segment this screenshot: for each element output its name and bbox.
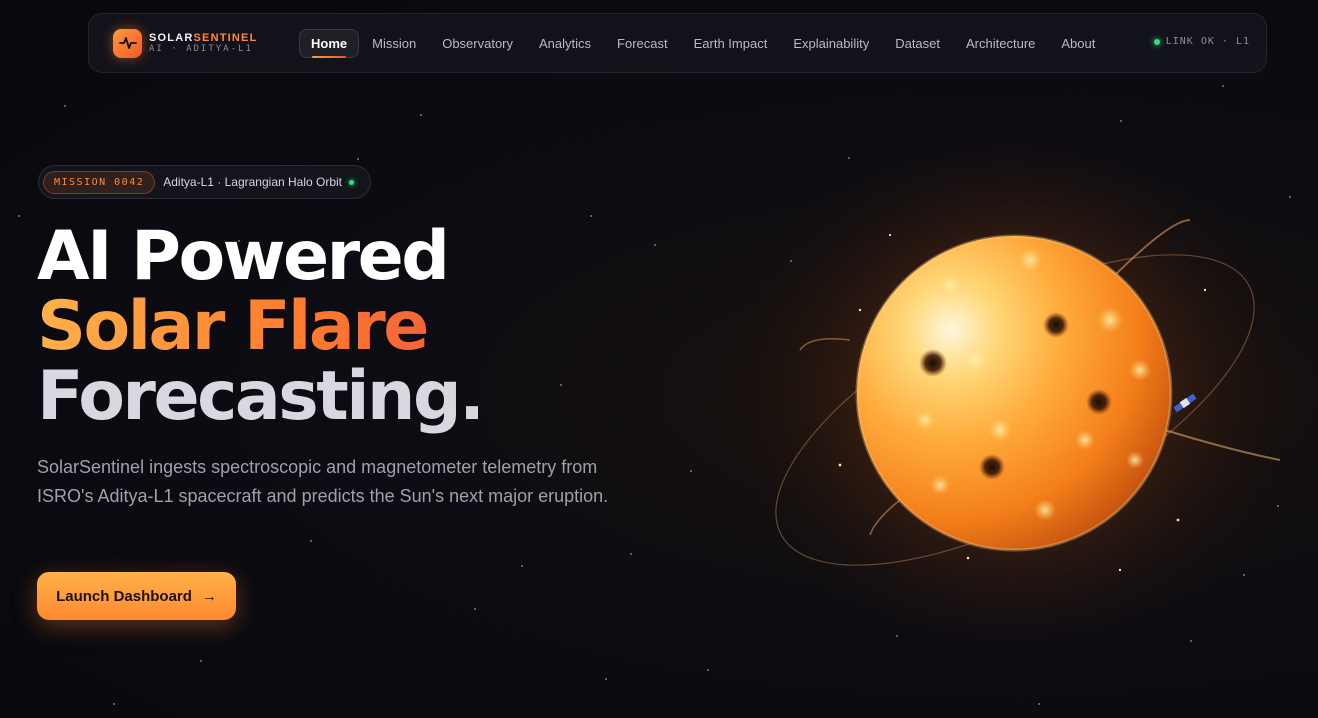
sun-illustration [700,102,1304,690]
mission-pill: MISSION 0042 Aditya-L1 · Lagrangian Halo… [38,165,371,199]
mission-status-dot [349,179,355,185]
mission-text: Aditya-L1 · Lagrangian Halo Orbit [163,175,343,189]
nav-item-forecast[interactable]: Forecast [604,29,681,58]
brand-name: SOLARSENTINEL [149,32,258,45]
hero-description: SolarSentinel ingests spectroscopic and … [37,457,609,506]
brand-subtitle: AI · ADITYA-L1 [149,44,253,55]
hero-title: AI Powered Solar Flare Forecasting. [37,217,485,436]
nav-item-earth-impact[interactable]: Earth Impact [681,29,781,58]
hero-title-line-2: Solar Flare [37,292,482,362]
link-status-text: LINK OK · L1 [1165,36,1250,47]
status-dot [1153,38,1160,45]
nav-item-dataset[interactable]: Dataset [882,29,953,58]
nav-item-about[interactable]: About [1048,29,1108,58]
brand[interactable]: SOLARSENTINEL AI · ADITYA-L1 [113,28,275,58]
nav-item-home[interactable]: Home [299,28,360,58]
nav-item-architecture[interactable]: Architecture [953,29,1048,58]
pulse-icon [113,28,142,58]
nav-item-analytics[interactable]: Analytics [526,29,604,58]
nav-item-explainability[interactable]: Explainability [780,29,882,58]
link-status: LINK OK · L1 [1153,36,1250,47]
nav-links: Home Mission Observatory Analytics Forec… [299,28,1108,58]
top-navbar: SOLARSENTINEL AI · ADITYA-L1 Home Missio… [88,13,1267,73]
nav-item-observatory[interactable]: Observatory [429,29,526,58]
brand-name-second: SENTINEL [193,31,258,44]
arrow-right-icon: → [201,587,217,605]
hero-title-line-1: AI Powered [37,217,450,296]
launch-dashboard-button[interactable]: Launch Dashboard → [37,572,236,620]
hero-title-line-3: Forecasting. [37,357,485,436]
brand-name-first: SOLAR [149,31,194,44]
mission-tag: MISSION 0042 [43,170,156,194]
launch-dashboard-label: Launch Dashboard [56,587,192,605]
nav-item-mission[interactable]: Mission [359,29,429,58]
